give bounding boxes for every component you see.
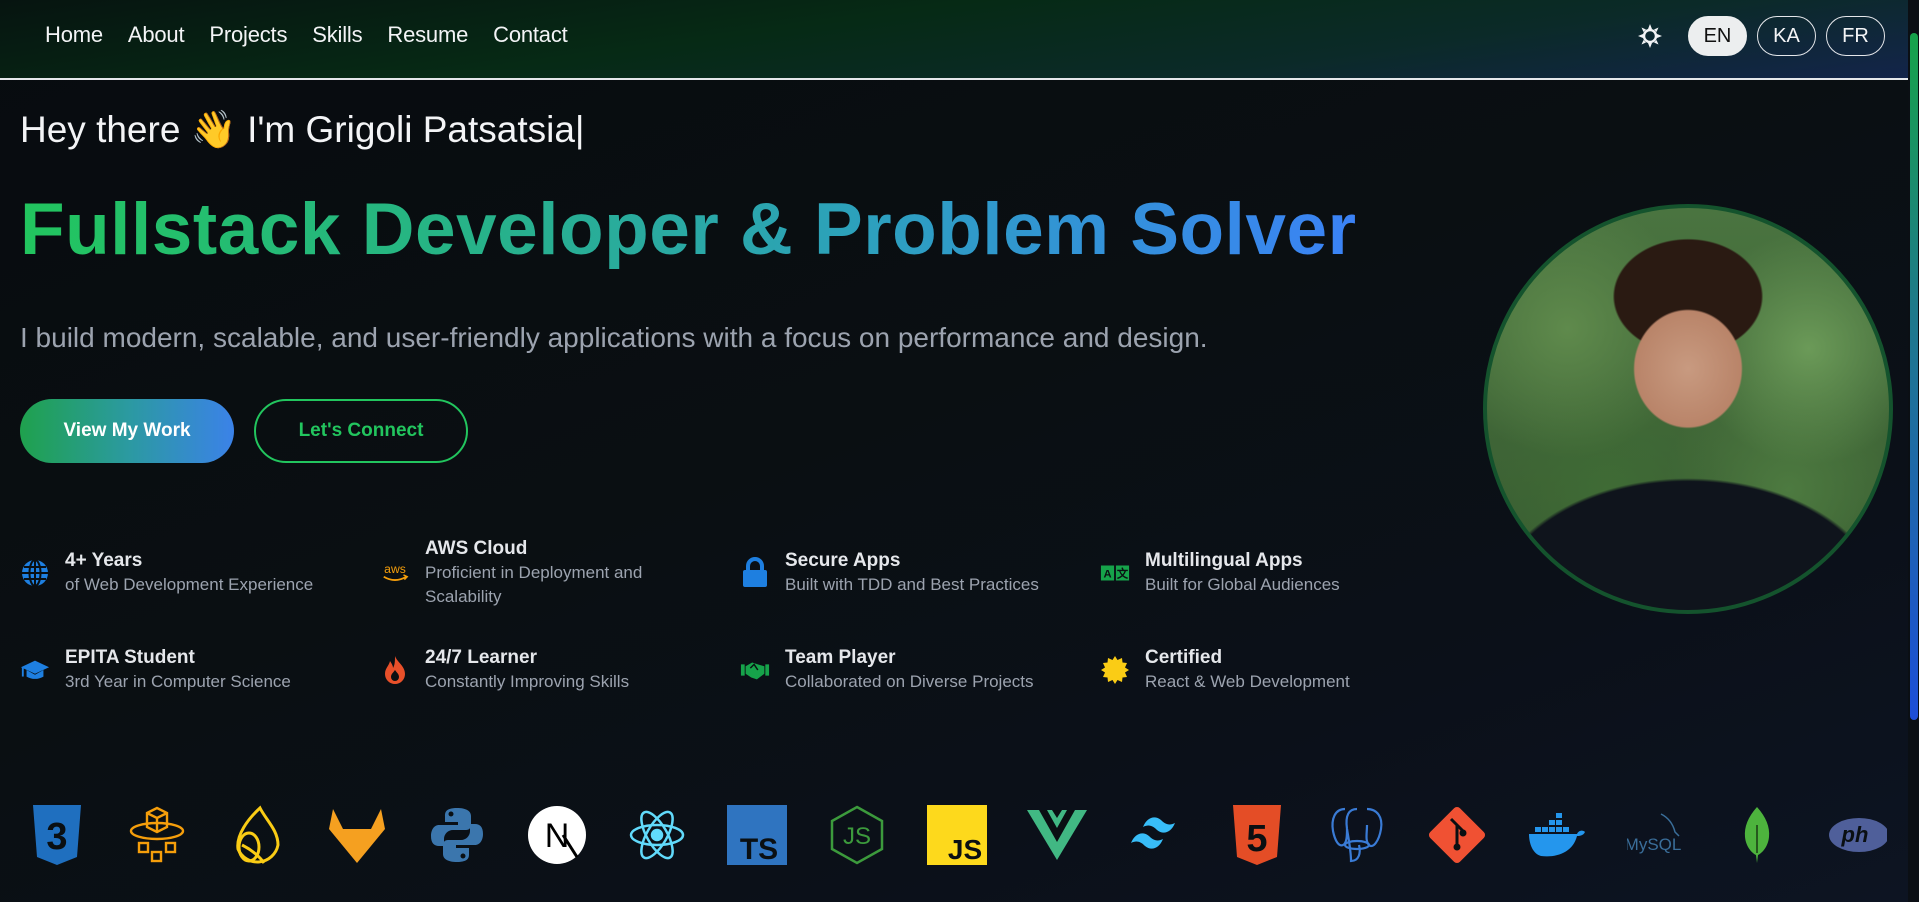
svg-text:ph: ph [1841,822,1869,847]
feature-title: AWS Cloud [425,537,528,559]
typed-name: I'm Grigoli Patsatsia [247,109,575,150]
feature-item: 4+ Years of Web Development Experience [20,545,380,600]
feature-title: Multilingual Apps [1145,549,1303,571]
tailwind-icon [1127,805,1187,865]
theme-toggle-button[interactable] [1630,16,1670,56]
language-en-button[interactable]: EN [1688,16,1747,56]
nav-link-resume[interactable]: Resume [387,22,468,48]
feature-item: Team Player Collaborated on Diverse Proje… [740,642,1100,697]
view-my-work-button[interactable]: View My Work [20,399,234,463]
nodejs-icon: JS [827,805,887,865]
feature-desc: of Web Development Experience [65,574,314,594]
nav-link-home[interactable]: Home [45,22,103,48]
feature-item: Secure Apps Built with TDD and Best Pract… [740,545,1100,600]
nav-link-projects[interactable]: Projects [209,22,287,48]
nextjs-icon: N [527,805,587,865]
feature-title: Secure Apps [785,549,901,571]
gitlab-icon [327,805,387,865]
feature-desc: Collaborated on Diverse Projects [785,671,1034,691]
sun-icon [1638,24,1662,48]
nav-link-about[interactable]: About [128,22,185,48]
tech-stack-carousel: 3 N TS JS JS 5 MySQL ph [27,805,1888,871]
docker-icon [1527,805,1587,865]
svg-text:MySQL: MySQL [1627,835,1681,854]
nav-controls: EN KA FR [1630,16,1885,56]
javascript-icon: JS [927,805,987,865]
fire-icon [380,655,410,685]
language-ka-button[interactable]: KA [1757,16,1816,56]
profile-photo [1483,204,1893,614]
lock-icon [740,556,770,588]
feature-desc: Proficient in Deployment and Scalability [425,562,643,606]
feature-item: 24/7 Learner Constantly Improving Skills [380,642,740,697]
feature-title: Certified [1145,646,1223,668]
typescript-icon: TS [727,805,787,865]
react-icon [627,805,687,865]
feature-desc: Built with TDD and Best Practices [785,574,1039,594]
css3-icon: 3 [27,805,87,865]
greeting-text: Hey there [20,109,181,150]
feature-desc: React & Web Development [1145,671,1350,691]
feature-grid: 4+ Years of Web Development Experience aw… [20,538,1460,697]
svg-text:文: 文 [1117,566,1129,580]
mongodb-icon [1727,805,1787,865]
svg-text:JS: JS [948,834,982,865]
aws-icon: aws [380,558,410,588]
handshake-icon [740,655,770,685]
postgresql-icon [1327,805,1387,865]
svg-text:N: N [545,817,570,855]
lets-connect-button[interactable]: Let's Connect [254,399,468,463]
php-icon: ph [1827,805,1887,865]
svg-text:3: 3 [46,816,67,858]
feature-title: Team Player [785,646,896,668]
feature-item: A文 Multilingual Apps Built for Global Aud… [1100,545,1460,600]
mysql-icon: MySQL [1627,805,1687,865]
feature-desc: Constantly Improving Skills [425,671,630,691]
language-fr-button[interactable]: FR [1826,16,1885,56]
feature-item: EPITA Student 3rd Year in Computer Scienc… [20,642,380,697]
top-navbar: Home About Projects Skills Resume Contac… [0,0,1908,80]
html5-icon: 5 [1227,805,1287,865]
feature-desc: 3rd Year in Computer Science [65,671,291,691]
svg-text:JS: JS [843,823,871,850]
badge-icon [1100,655,1130,685]
svg-text:5: 5 [1246,818,1267,860]
feature-title: EPITA Student [65,646,195,668]
feature-item: aws AWS Cloud Proficient in Deployment an… [380,538,740,606]
svg-text:aws: aws [384,562,406,576]
nav-links: Home About Projects Skills Resume Contac… [45,22,568,48]
sentry-icon [227,805,287,865]
scrollbar-thumb[interactable] [1910,33,1918,720]
nav-link-contact[interactable]: Contact [493,22,568,48]
globe-icon [20,558,50,588]
svg-text:A: A [1103,568,1111,580]
graduation-cap-icon [20,655,50,685]
feature-title: 4+ Years [65,549,143,571]
svg-text:TS: TS [740,833,778,865]
greeting-line: Hey there 👋 I'm Grigoli Patsatsia| [20,109,585,152]
git-icon [1427,805,1487,865]
nav-link-skills[interactable]: Skills [312,22,362,48]
hero-headline: Fullstack Developer & Problem Solver [20,189,1357,270]
feature-desc: Built for Global Audiences [1145,574,1340,594]
page-scrollbar[interactable] [1908,0,1919,902]
typing-caret: | [574,109,585,150]
vue-icon [1027,805,1087,865]
wave-icon: 👋 [190,109,237,150]
aws-amplify-icon [127,805,187,865]
hero-subtitle: I build modern, scalable, and user-frien… [20,322,1208,353]
translate-icon: A文 [1100,558,1130,588]
feature-item: Certified React & Web Development [1100,642,1460,697]
python-icon [427,805,487,865]
feature-title: 24/7 Learner [425,646,537,668]
